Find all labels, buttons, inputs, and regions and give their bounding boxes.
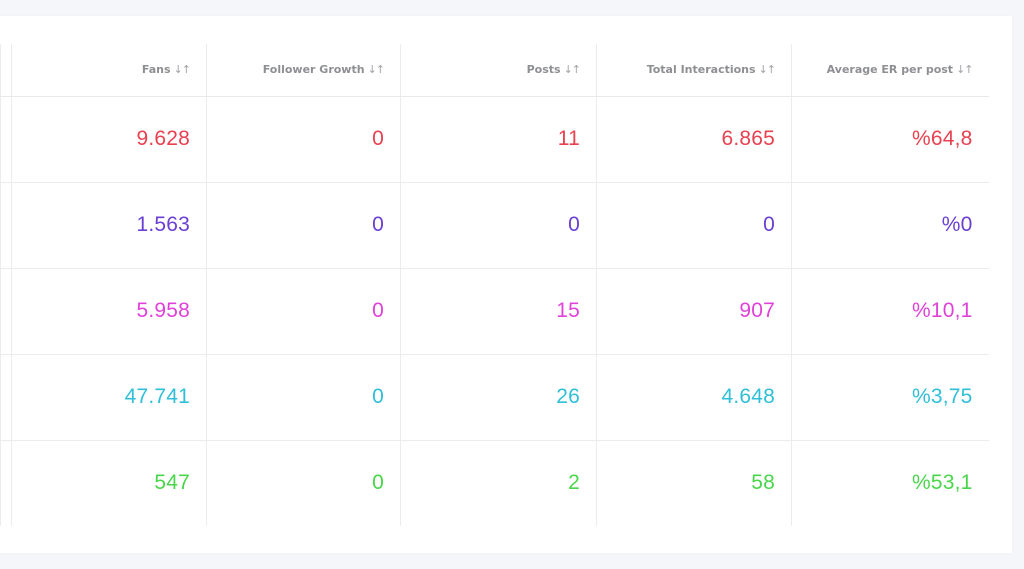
row-edge-cell xyxy=(0,354,12,441)
average-er-cell: %3,75 xyxy=(791,354,989,441)
sort-icon[interactable]: ↓↑ xyxy=(956,63,973,76)
header-edge-cell xyxy=(0,44,12,97)
posts-cell: 15 xyxy=(400,268,597,355)
total-interactions-cell: 6.865 xyxy=(596,96,792,183)
follower-growth-cell: 0 xyxy=(206,268,401,355)
table-row: 1.563 0 0 0 %0 xyxy=(0,182,989,269)
sort-icon[interactable]: ↓↑ xyxy=(759,63,776,76)
fans-cell: 47.741 xyxy=(11,354,207,441)
row-edge-cell xyxy=(0,440,12,526)
sort-icon[interactable]: ↓↑ xyxy=(368,63,385,76)
posts-cell: 0 xyxy=(400,182,597,269)
follower-growth-cell: 0 xyxy=(206,354,401,441)
row-edge-cell xyxy=(0,268,12,355)
posts-cell: 26 xyxy=(400,354,597,441)
average-er-cell: %10,1 xyxy=(791,268,989,355)
follower-growth-cell: 0 xyxy=(206,96,401,183)
table-row: 5.958 0 15 907 %10,1 xyxy=(0,268,989,355)
fans-cell: 5.958 xyxy=(11,268,207,355)
posts-cell: 11 xyxy=(400,96,597,183)
header-posts[interactable]: Posts ↓↑ xyxy=(400,44,597,97)
average-er-cell: %53,1 xyxy=(791,440,989,526)
header-follower-growth[interactable]: Follower Growth ↓↑ xyxy=(206,44,401,97)
table-row: 547 0 2 58 %53,1 xyxy=(0,440,989,526)
stats-card: Fans ↓↑ Follower Growth ↓↑ Posts ↓↑ Total I… xyxy=(0,16,1012,553)
header-fans[interactable]: Fans ↓↑ xyxy=(11,44,207,97)
fans-cell: 547 xyxy=(11,440,207,526)
sort-icon[interactable]: ↓↑ xyxy=(174,63,191,76)
header-follower-growth-label: Follower Growth xyxy=(262,63,365,77)
header-average-er-label: Average ER per post xyxy=(826,63,954,77)
header-posts-label: Posts xyxy=(526,63,561,77)
total-interactions-cell: 58 xyxy=(596,440,792,526)
header-average-er[interactable]: Average ER per post ↓↑ xyxy=(791,44,989,97)
table-row: 47.741 0 26 4.648 %3,75 xyxy=(0,354,989,441)
sort-icon[interactable]: ↓↑ xyxy=(564,63,581,76)
total-interactions-cell: 0 xyxy=(596,182,792,269)
header-total-interactions[interactable]: Total Interactions ↓↑ xyxy=(596,44,792,97)
header-total-interactions-label: Total Interactions xyxy=(646,63,756,77)
fans-cell: 9.628 xyxy=(11,96,207,183)
total-interactions-cell: 907 xyxy=(596,268,792,355)
follower-growth-cell: 0 xyxy=(206,440,401,526)
fans-cell: 1.563 xyxy=(11,182,207,269)
posts-cell: 2 xyxy=(400,440,597,526)
header-fans-label: Fans xyxy=(141,63,171,77)
row-edge-cell xyxy=(0,96,12,183)
row-edge-cell xyxy=(0,182,12,269)
total-interactions-cell: 4.648 xyxy=(596,354,792,441)
follower-growth-cell: 0 xyxy=(206,182,401,269)
average-er-cell: %64,8 xyxy=(791,96,989,183)
table-row: 9.628 0 11 6.865 %64,8 xyxy=(0,96,989,183)
social-stats-table: Fans ↓↑ Follower Growth ↓↑ Posts ↓↑ Total I… xyxy=(0,44,989,526)
average-er-cell: %0 xyxy=(791,182,989,269)
table-header-row: Fans ↓↑ Follower Growth ↓↑ Posts ↓↑ Total I… xyxy=(0,44,989,97)
